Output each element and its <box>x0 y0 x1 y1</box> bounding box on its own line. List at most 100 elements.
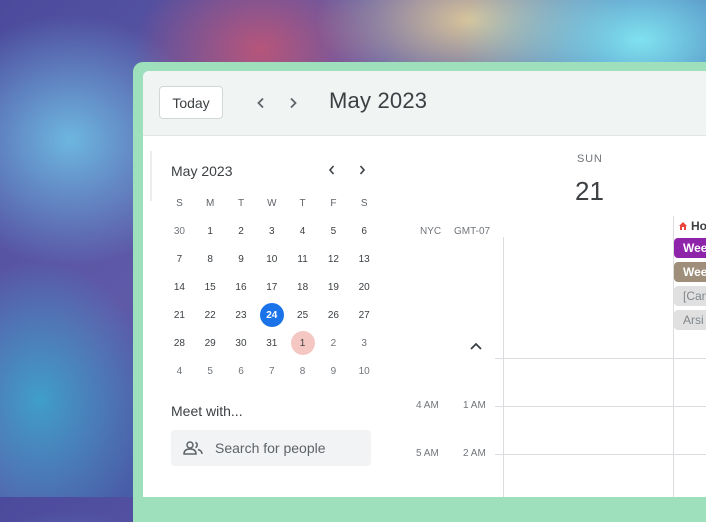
mini-calendar-day[interactable]: 26 <box>318 301 349 329</box>
calendar-app: Today May 2023 May 2023 S M T W T F S 30 1 2 3 4 5 6 7… <box>143 71 706 497</box>
time-label-alt: 2 AM <box>463 448 486 459</box>
mini-calendar-day[interactable]: 18 <box>287 273 318 301</box>
mini-calendar-day-label: 10 <box>266 253 278 265</box>
mini-calendar-day[interactable]: 6 <box>226 357 257 385</box>
mini-calendar-day[interactable]: 30 <box>164 217 195 245</box>
mini-calendar-day[interactable]: 17 <box>256 273 287 301</box>
mini-calendar-day-label: 20 <box>358 281 370 293</box>
event-chip[interactable]: Arsi <box>674 310 706 330</box>
mini-calendar-day[interactable]: 15 <box>195 273 226 301</box>
mini-calendar-day[interactable]: 12 <box>318 245 349 273</box>
mini-calendar-day-label: 15 <box>204 281 216 293</box>
mini-calendar-day-label: 4 <box>299 225 306 237</box>
mini-calendar-day[interactable]: 8 <box>287 357 318 385</box>
mini-calendar-day[interactable]: 3 <box>349 329 380 357</box>
mini-calendar-day[interactable]: 3 <box>256 217 287 245</box>
mini-calendar-day[interactable]: 4 <box>287 217 318 245</box>
today-button[interactable]: Today <box>159 86 223 119</box>
mini-calendar-day[interactable]: 2 <box>226 217 257 245</box>
mini-calendar-day[interactable]: 31 <box>256 329 287 357</box>
mini-calendar-day[interactable]: 23 <box>226 301 257 329</box>
mini-calendar-day[interactable]: 28 <box>164 329 195 357</box>
mini-calendar-day-label: 13 <box>358 253 370 265</box>
event-chip[interactable]: Wee <box>674 238 706 258</box>
mini-calendar-day[interactable]: 4 <box>164 357 195 385</box>
mini-calendar-day-label: 6 <box>361 225 367 237</box>
mini-calendar-day[interactable]: 9 <box>226 245 257 273</box>
mini-calendar-day[interactable]: 25 <box>287 301 318 329</box>
mini-calendar-day[interactable]: 6 <box>349 217 380 245</box>
mini-calendar-day-label: 3 <box>361 337 367 349</box>
mini-previous-month-icon[interactable] <box>323 161 341 179</box>
search-people-input[interactable]: Search for people <box>171 430 371 466</box>
mini-calendar-day-label: 31 <box>266 337 278 349</box>
mini-calendar-day-label: 24 <box>259 303 284 327</box>
mini-calendar-day-label: 11 <box>297 253 308 265</box>
mini-calendar-day[interactable]: 21 <box>164 301 195 329</box>
search-people-placeholder: Search for people <box>215 440 326 456</box>
mini-calendar-day[interactable]: 7 <box>164 245 195 273</box>
previous-period-icon[interactable] <box>249 91 273 115</box>
event-chip[interactable]: Wee <box>674 262 706 282</box>
mini-calendar-day[interactable]: 8 <box>195 245 226 273</box>
meet-with-title: Meet with... <box>171 403 243 419</box>
event-chip-label: Arsi <box>683 313 704 327</box>
mini-calendar-day-label: 18 <box>297 281 309 293</box>
all-day-section-divider <box>495 358 706 359</box>
weekday-header: M <box>206 197 215 209</box>
mini-calendar-day[interactable]: 1 <box>287 329 318 357</box>
mini-calendar-day-label: 6 <box>238 365 244 377</box>
event-chip-label: Ho <box>691 219 706 233</box>
sidebar-divider <box>150 151 152 201</box>
mini-calendar-day-label: 30 <box>173 225 185 237</box>
collapse-all-day-icon[interactable] <box>467 337 485 355</box>
mini-calendar-grid: S M T W T F S 30 1 2 3 4 5 6 7 8 9 10 11 12 13 14 15 16 17 18 19 20… <box>164 189 380 385</box>
mini-calendar-day[interactable]: 27 <box>349 301 380 329</box>
next-period-icon[interactable] <box>281 91 305 115</box>
mini-calendar-day-label: 21 <box>173 309 185 321</box>
mini-calendar-day[interactable]: 24 <box>256 301 287 329</box>
mini-calendar-day-label: 16 <box>235 281 247 293</box>
event-chip-label: [Can <box>683 289 706 303</box>
mini-calendar-day[interactable]: 13 <box>349 245 380 273</box>
mini-calendar-day[interactable]: 10 <box>349 357 380 385</box>
weekday-header: W <box>267 197 277 209</box>
current-month-title: May 2023 <box>329 88 428 113</box>
mini-calendar-day-label: 29 <box>204 337 216 349</box>
timezone-label-primary: NYC <box>420 226 442 237</box>
mini-calendar-day-label: 9 <box>330 365 337 377</box>
mini-calendar-day-label: 28 <box>173 337 185 349</box>
event-chip[interactable]: Ho <box>674 216 706 236</box>
event-chip-label: Wee <box>683 265 706 279</box>
mini-calendar-day[interactable]: 19 <box>318 273 349 301</box>
mini-next-month-icon[interactable] <box>353 161 371 179</box>
mini-calendar-day[interactable]: 14 <box>164 273 195 301</box>
mini-calendar-day[interactable]: 22 <box>195 301 226 329</box>
mini-calendar-day[interactable]: 5 <box>195 357 226 385</box>
mini-calendar-day[interactable]: 29 <box>195 329 226 357</box>
mini-calendar-day[interactable]: 7 <box>256 357 287 385</box>
mini-calendar-day-label: 25 <box>297 309 309 321</box>
mini-calendar-day-label: 9 <box>238 253 244 265</box>
mini-calendar-day[interactable]: 20 <box>349 273 380 301</box>
mini-calendar-day[interactable]: 30 <box>226 329 257 357</box>
mini-calendar-day-label: 7 <box>269 365 275 377</box>
mini-calendar-day-label: 12 <box>327 253 339 265</box>
mini-calendar-day[interactable]: 16 <box>226 273 257 301</box>
mini-calendar-day[interactable]: 9 <box>318 357 349 385</box>
time-label-local: 4 AM <box>416 400 439 411</box>
mini-calendar-day[interactable]: 5 <box>318 217 349 245</box>
day-number[interactable]: 21 <box>575 176 604 207</box>
mini-calendar-day-label: 2 <box>330 337 337 349</box>
mini-calendar-day-label: 8 <box>207 253 213 265</box>
hour-gridline <box>495 454 706 455</box>
header-toolbar: Today May 2023 <box>143 71 706 136</box>
mini-calendar-day[interactable]: 11 <box>287 245 318 273</box>
event-chip[interactable]: [Can <box>674 286 706 306</box>
mini-calendar-day[interactable]: 2 <box>318 329 349 357</box>
people-icon <box>183 440 205 456</box>
mini-calendar-day[interactable]: 10 <box>256 245 287 273</box>
mini-calendar-day-label: 5 <box>207 365 213 377</box>
mini-calendar-day[interactable]: 1 <box>195 217 226 245</box>
timezone-label-secondary: GMT-07 <box>454 226 491 237</box>
